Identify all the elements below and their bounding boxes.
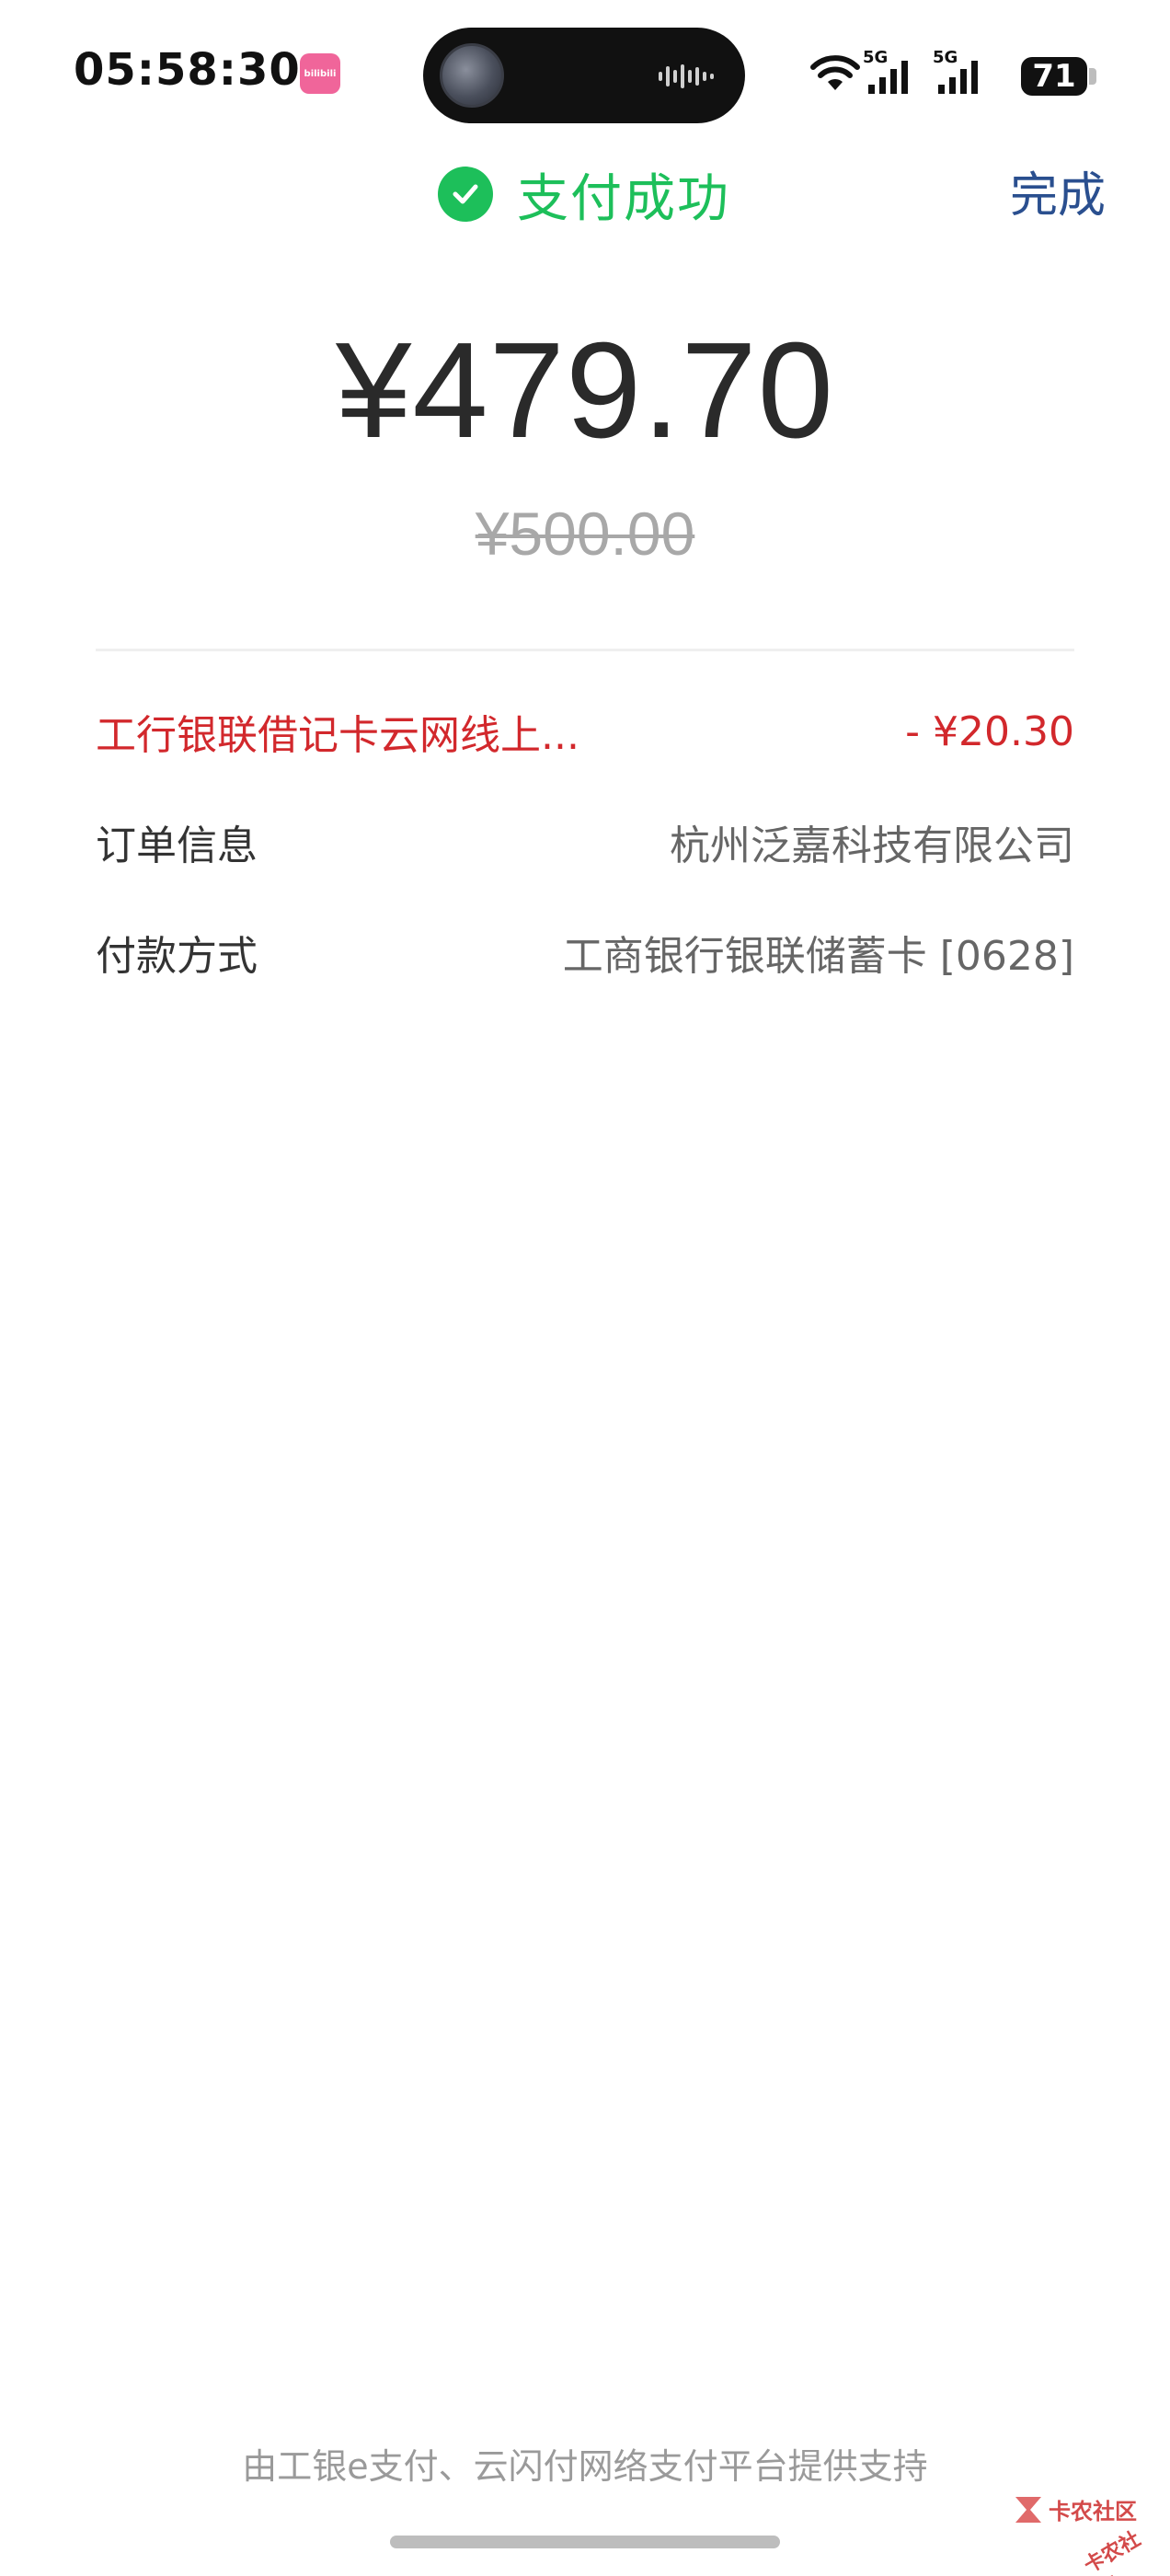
watermark-mark-icon bbox=[1015, 2497, 1041, 2523]
now-playing-artwork-icon bbox=[440, 43, 504, 108]
page-title: 支付成功 bbox=[517, 168, 730, 229]
payment-method-value: 工商银行银联储蓄卡 [0628] bbox=[562, 933, 1074, 980]
bilibili-app-icon: bilibili bbox=[300, 53, 340, 94]
order-info-row: 订单信息 杭州泛嘉科技有限公司 bbox=[96, 810, 1074, 874]
discount-label: 工行银联借记卡云网线上... bbox=[96, 712, 579, 759]
signal-strength-icon-1 bbox=[868, 61, 908, 94]
footer-support-text: 由工银e支付、云闪付网络支付平台提供支持 bbox=[242, 2446, 928, 2487]
payment-method-row: 付款方式 工商银行银联储蓄卡 [0628] bbox=[96, 920, 1074, 984]
watermark-text: 卡农社区 bbox=[1049, 2499, 1137, 2524]
payment-success-status: 支付成功 bbox=[438, 162, 730, 229]
signal-strength-icon-2 bbox=[938, 61, 978, 94]
discount-value: - ¥20.30 bbox=[905, 707, 1074, 755]
status-time: 05:58:30 bbox=[74, 44, 301, 96]
payment-method-label: 付款方式 bbox=[96, 933, 258, 980]
app-badge-label: bilibili bbox=[304, 68, 337, 79]
discount-row: 工行银联借记卡云网线上... - ¥20.30 bbox=[96, 699, 1074, 764]
status-indicators: 5G 5G 71 bbox=[809, 48, 1104, 99]
battery-icon: 71 bbox=[1021, 57, 1087, 96]
audio-waveform-icon bbox=[659, 64, 714, 88]
battery-level: 71 bbox=[1032, 58, 1076, 95]
done-button[interactable]: 完成 bbox=[1010, 156, 1106, 225]
dynamic-island[interactable] bbox=[423, 28, 745, 123]
paid-amount: ¥479.70 bbox=[336, 315, 834, 466]
watermark-logo: 卡农社区 卡农社区 bbox=[999, 2484, 1164, 2576]
check-circle-icon bbox=[438, 167, 493, 222]
wifi-icon bbox=[810, 55, 860, 90]
original-amount: ¥500.00 bbox=[475, 500, 695, 568]
home-indicator[interactable] bbox=[390, 2536, 780, 2548]
battery-cap bbox=[1089, 68, 1096, 85]
order-info-label: 订单信息 bbox=[96, 822, 258, 869]
status-bar: 05:58:30 bilibili 5G 5G 71 bbox=[0, 0, 1170, 138]
merchant-name: 杭州泛嘉科技有限公司 bbox=[670, 822, 1074, 869]
divider bbox=[96, 649, 1074, 651]
header: 支付成功 完成 bbox=[0, 147, 1170, 239]
